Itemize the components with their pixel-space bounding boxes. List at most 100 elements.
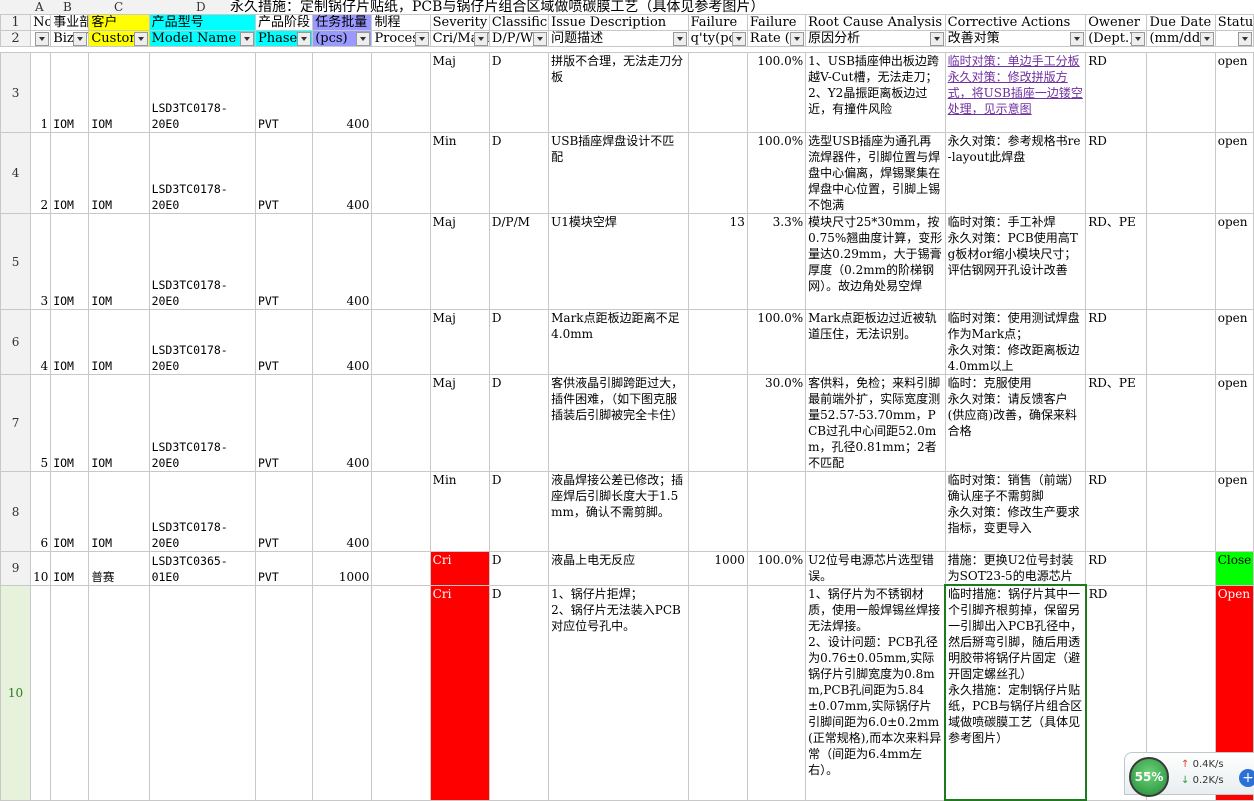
filter-dropdown-icon[interactable] (356, 32, 371, 46)
cell-corrective[interactable]: 临时措施：锅仔片其中一个引脚齐根剪掉，保留另一引脚出入PCB孔径中，然后掰弯引脚… (944, 584, 1087, 801)
row-number[interactable]: 6 (0, 309, 32, 375)
cell-model[interactable]: LSD3TC0178-20E0 (148, 213, 256, 310)
cell-customer[interactable]: IOM (88, 374, 150, 472)
cell-severity[interactable]: Cri (429, 584, 490, 801)
cell-status[interactable]: open (1214, 213, 1254, 310)
row-header[interactable]: 1 (0, 14, 32, 31)
filter-no[interactable] (30, 30, 52, 47)
cell-status[interactable]: open (1214, 309, 1254, 375)
filter-dropdown-icon[interactable] (929, 32, 944, 46)
cell-corrective[interactable]: 临时对策：单边手工分板 永久对策：修改拼版方式，将USB插座一边镂空处理，见示意… (944, 52, 1087, 133)
cell-process[interactable] (371, 584, 431, 801)
col-letter-d[interactable]: D (196, 0, 206, 14)
col-letter-a[interactable]: A (35, 0, 44, 14)
cell-issue[interactable]: Mark点距板边距离不足4.0mm (548, 309, 689, 375)
cell-customer[interactable]: IOM (88, 309, 150, 375)
cell-biz[interactable]: IOM (50, 374, 90, 472)
cell-phase[interactable]: PVT (254, 551, 314, 586)
cell-status[interactable]: open (1214, 471, 1254, 552)
cell-severity[interactable]: Maj (429, 374, 490, 472)
filter-dropdown-icon[interactable] (133, 32, 148, 46)
cell-model[interactable]: LSD3TC0178-20E0 (148, 309, 256, 375)
cell-failure-qty[interactable] (687, 374, 748, 472)
row-number[interactable]: 5 (0, 213, 32, 310)
cell-phase[interactable]: PVT (254, 52, 314, 133)
cell-model[interactable]: LSD3TC0178-20E0 (148, 52, 256, 133)
cell-phase[interactable]: PVT (254, 374, 314, 472)
cell-due-date[interactable] (1146, 309, 1216, 375)
cell-failure-rate[interactable]: 3.3% (746, 213, 807, 310)
cell-due-date[interactable] (1146, 471, 1216, 552)
cell-biz[interactable]: IOM (50, 52, 90, 133)
cell-customer[interactable]: IOM (88, 471, 150, 552)
cell-biz[interactable] (50, 584, 90, 801)
cell-process[interactable] (371, 309, 431, 375)
cell-classification[interactable]: D (488, 52, 550, 133)
cell-model[interactable] (148, 584, 256, 801)
cell-phase[interactable]: PVT (254, 471, 314, 552)
cell-status[interactable]: open (1214, 132, 1254, 214)
cell-issue[interactable]: 拼版不合理，无法走刀分板 (548, 52, 689, 133)
cell-root-cause[interactable]: 模块尺寸25*30mm，按0.75%翘曲度计算，变形量达0.29mm，大于锡膏厚… (805, 213, 946, 310)
cell-failure-qty[interactable]: 13 (687, 213, 748, 310)
cell-corrective[interactable]: 临时对策：销售（前端）确认座子不需剪脚 永久对策：修改生产要求指标，变更导入 (944, 471, 1087, 552)
cell-classification[interactable]: D (488, 309, 550, 375)
cell-due-date[interactable] (1146, 213, 1216, 310)
cell-process[interactable] (371, 213, 431, 310)
cell-corrective[interactable]: 临时对策：使用测试焊盘作为Mark点； 永久对策：修改距离板边4.0mm以上 (944, 309, 1087, 375)
cell-root-cause[interactable]: Mark点距板边过近被轨道压住，无法识别。 (805, 309, 946, 375)
cell-failure-rate[interactable]: 30.0% (746, 374, 807, 472)
cell-issue[interactable]: U1模块空焊 (548, 213, 689, 310)
row-number[interactable]: 9 (0, 551, 32, 586)
cell-failure-qty[interactable]: 1000 (687, 551, 748, 586)
cell-due-date[interactable] (1146, 132, 1216, 214)
cell-customer[interactable]: IOM (88, 52, 150, 133)
filter-dropdown-icon[interactable] (297, 32, 312, 46)
filter-dropdown-icon[interactable] (1131, 32, 1146, 46)
cell-failure-qty[interactable] (687, 584, 748, 801)
cell-batch[interactable]: 400 (312, 132, 373, 214)
cell-root-cause[interactable]: U2位号电源芯片选型错误。 (805, 551, 946, 586)
cell-severity[interactable]: Min (429, 132, 490, 214)
cell-no[interactable] (30, 584, 52, 801)
cell-biz[interactable]: IOM (50, 471, 90, 552)
cell-no[interactable]: 2 (30, 132, 52, 214)
row-number[interactable]: 8 (0, 471, 32, 552)
cell-severity[interactable]: Cri (429, 551, 490, 586)
cell-phase[interactable] (254, 584, 314, 801)
cell-biz[interactable]: IOM (50, 132, 90, 214)
cell-corrective[interactable]: 临时对策：手工补焊 永久对策：PCB使用高Tg板材or缩小模块尺寸；评估钢网开孔… (944, 213, 1087, 310)
cell-classification[interactable]: D (488, 132, 550, 214)
cell-customer[interactable] (88, 584, 150, 801)
cell-classification[interactable]: D (488, 471, 550, 552)
cell-owner[interactable]: RD (1085, 471, 1148, 552)
row-number[interactable]: 4 (0, 132, 32, 214)
cell-batch[interactable] (312, 584, 373, 801)
system-monitor-widget[interactable]: 55% ↑ 0.4K/s ↓ 0.2K/s + (1124, 752, 1254, 797)
cell-severity[interactable]: Min (429, 471, 490, 552)
filter-dropdown-icon[interactable] (473, 32, 488, 46)
row-number[interactable]: 10 (0, 584, 32, 801)
cell-failure-qty[interactable] (687, 132, 748, 214)
cell-no[interactable]: 6 (30, 471, 52, 552)
cell-batch[interactable]: 1000 (312, 551, 373, 586)
cell-customer[interactable]: 普赛 (88, 551, 150, 586)
cell-corrective[interactable]: 措施：更换U2位号封装为SOT23-5的电源芯片 (944, 551, 1087, 586)
cell-classification[interactable]: D (488, 551, 550, 586)
cell-classification[interactable]: D/P/M (488, 213, 550, 310)
row-number[interactable]: 3 (0, 52, 32, 133)
cell-due-date[interactable] (1146, 374, 1216, 472)
cell-due-date[interactable] (1146, 52, 1216, 133)
cell-phase[interactable]: PVT (254, 132, 314, 214)
cell-root-cause[interactable] (805, 471, 946, 552)
cell-root-cause[interactable]: 1、USB插座伸出板边跨越V-Cut槽，无法走刀； 2、Y2晶振距离板边过近，有… (805, 52, 946, 133)
cell-failure-rate[interactable]: 100.0% (746, 309, 807, 375)
cell-process[interactable] (371, 52, 431, 133)
cell-failure-qty[interactable] (687, 309, 748, 375)
cell-root-cause[interactable]: 1、锅仔片为不锈钢材质，使用一般焊锡丝焊接无法焊接。 2、设计问题：PCB孔径为… (805, 584, 946, 801)
cell-owner[interactable]: RD、PE (1085, 213, 1148, 310)
cell-owner[interactable]: RD (1085, 551, 1148, 586)
cell-failure-qty[interactable] (687, 52, 748, 133)
col-letter-b[interactable]: B (63, 0, 72, 14)
cell-process[interactable] (371, 132, 431, 214)
